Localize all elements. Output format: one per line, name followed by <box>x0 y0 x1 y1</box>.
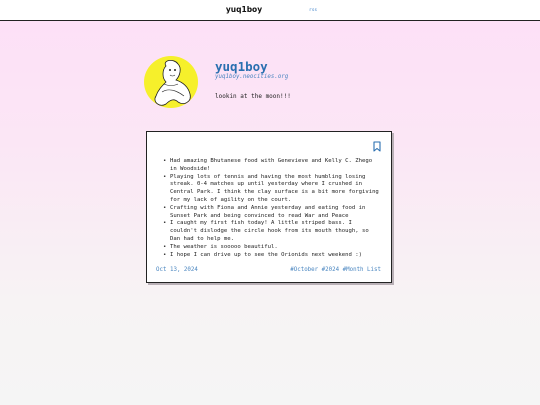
post-tags: #October #2024 #Month List <box>290 267 381 273</box>
tag-link[interactable]: #2024 <box>322 267 339 273</box>
post-date-link[interactable]: Oct 13, 2024 <box>156 267 198 273</box>
list-item: I caught my first fish today! A little s… <box>162 220 382 243</box>
top-bar: yuq1boy rss <box>0 0 540 21</box>
avatar-drawing <box>154 60 191 106</box>
list-item: I hope I can drive up to see the Orionid… <box>162 252 382 260</box>
post-card: Had amazing Bhutanese food with Geneviev… <box>146 131 392 283</box>
tag-link[interactable]: #Month List <box>343 267 381 273</box>
post-list: Had amazing Bhutanese food with Geneviev… <box>162 158 382 259</box>
list-item: The weather is sooooo beautiful. <box>162 244 382 252</box>
bookmark-icon[interactable] <box>373 141 381 152</box>
list-item: Playing lots of tennis and having the mo… <box>162 174 382 205</box>
list-item: Had amazing Bhutanese food with Geneviev… <box>162 158 382 174</box>
avatar <box>144 56 198 108</box>
profile-url-link[interactable]: yuq1boy.neocities.org <box>215 74 288 80</box>
tag-link[interactable]: #October <box>290 267 318 273</box>
rss-link[interactable]: rss <box>309 8 317 13</box>
list-item: Crafting with Fiona and Annie yesterday … <box>162 205 382 221</box>
site-name-link[interactable]: yuq1boy <box>222 5 266 14</box>
profile-bio: lookin at the moon!!! <box>215 93 291 100</box>
profile-name: yuq1boy <box>215 59 268 74</box>
